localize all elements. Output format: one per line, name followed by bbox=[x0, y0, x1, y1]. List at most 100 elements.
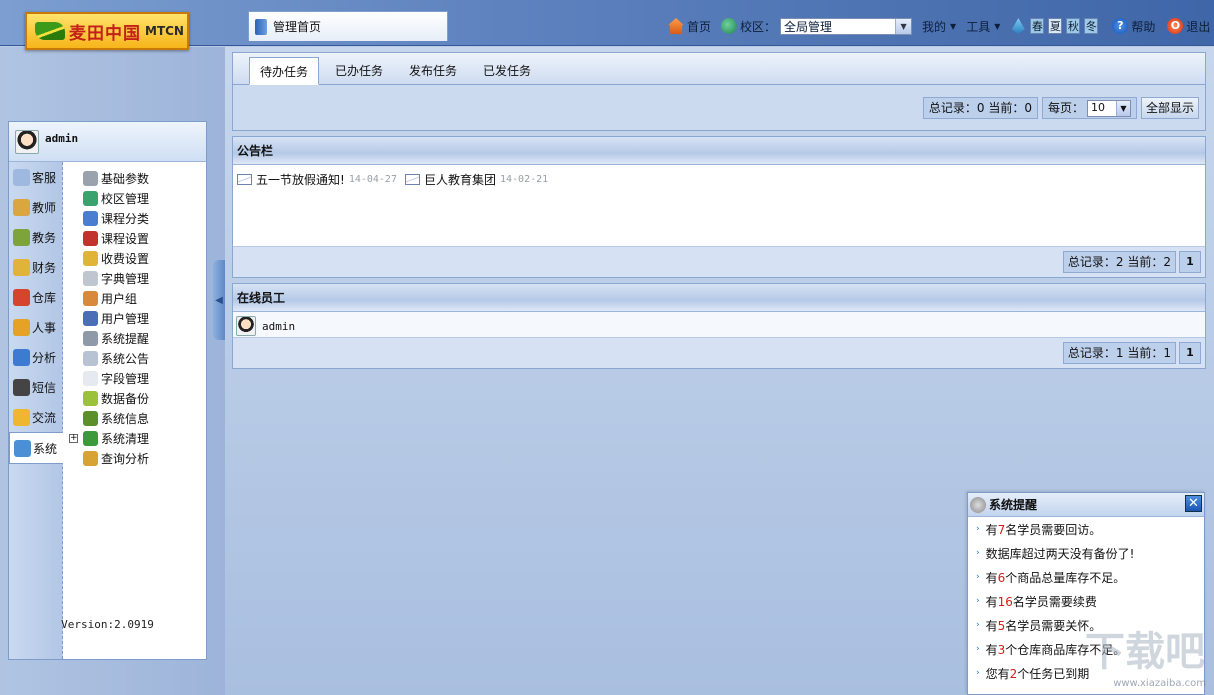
customer-service-icon bbox=[13, 168, 30, 186]
sidebar-category-label: 系统 bbox=[33, 441, 58, 456]
reminder-item[interactable]: › 有16名学员需要续费 bbox=[968, 589, 1204, 613]
bullet-arrow-icon: › bbox=[976, 524, 980, 534]
sidebar-category-2[interactable]: 教务 bbox=[9, 222, 62, 252]
sidebar-category-5[interactable]: 人事 bbox=[9, 312, 62, 342]
notice-page-1[interactable]: 1 bbox=[1179, 251, 1201, 273]
tab-admin-home[interactable]: 管理首页 bbox=[248, 11, 448, 41]
notice-title: 公告栏 bbox=[233, 137, 1205, 165]
campus-select-value: 全局管理 bbox=[784, 19, 833, 34]
power-icon: O bbox=[1167, 18, 1184, 34]
submenu-item-12[interactable]: 系统信息 bbox=[75, 408, 203, 428]
expand-plus-icon[interactable]: + bbox=[69, 433, 78, 443]
submenu-item-14[interactable]: 查询分析 bbox=[75, 448, 203, 468]
nav-logout[interactable]: O 退出 bbox=[1167, 18, 1210, 35]
task-tab-1[interactable]: 已办任务 bbox=[325, 58, 393, 84]
submenu-item-label: 收费设置 bbox=[101, 251, 150, 266]
dropdown-arrow-icon: ▼ bbox=[950, 21, 957, 31]
online-page-1[interactable]: 1 bbox=[1179, 342, 1201, 364]
notice-title-link[interactable]: 巨人教育集团 bbox=[424, 171, 496, 188]
sidebar-category-6[interactable]: 分析 bbox=[9, 342, 62, 372]
submenu-item-2[interactable]: 课程分类 bbox=[75, 208, 203, 228]
mail-icon bbox=[404, 174, 420, 185]
sidebar-collapse-handle[interactable]: ◀ bbox=[213, 260, 225, 340]
skin-summer-button[interactable]: 夏 bbox=[1048, 18, 1063, 34]
globe-icon bbox=[83, 190, 98, 206]
submenu-item-8[interactable]: 系统提醒 bbox=[75, 328, 203, 348]
sidebar-category-0[interactable]: 客服 bbox=[9, 162, 62, 192]
notice-panel: 公告栏 五一节放假通知! 14-04-27 巨人教育集团 14-02-21 总记录：2… bbox=[232, 136, 1206, 278]
water-drop-icon[interactable] bbox=[1011, 18, 1025, 34]
nav-tools-menu[interactable]: 工具 ▼ bbox=[966, 18, 1000, 35]
nav-logout-label: 退出 bbox=[1186, 19, 1211, 34]
notice-title-link[interactable]: 五一节放假通知! bbox=[256, 171, 345, 188]
reminder-text: 有7名学员需要回访。 bbox=[986, 521, 1102, 538]
reminder-text-pre: 有 bbox=[985, 642, 998, 657]
submenu-item-label: 课程设置 bbox=[101, 231, 150, 246]
nav-home[interactable]: 首页 bbox=[668, 18, 711, 35]
reminder-item[interactable]: › 有7名学员需要回访。 bbox=[968, 517, 1204, 541]
submenu-item-1[interactable]: 校区管理 bbox=[75, 188, 203, 208]
campus-select[interactable]: 全局管理 ▼ bbox=[780, 17, 913, 35]
sidebar-category-4[interactable]: 仓库 bbox=[9, 282, 62, 312]
nav-mine-menu[interactable]: 我的 ▼ bbox=[922, 18, 956, 35]
task-tab-3[interactable]: 已发任务 bbox=[473, 58, 541, 84]
bullet-arrow-icon: › bbox=[976, 596, 980, 606]
watermark-site: www.xiazaiba.com bbox=[1113, 678, 1206, 689]
close-button[interactable]: ✕ bbox=[1185, 495, 1202, 512]
per-page-select[interactable]: 10 ▼ bbox=[1086, 99, 1131, 117]
show-all-button[interactable]: 全部显示 bbox=[1140, 97, 1199, 119]
sidebar-category-1[interactable]: 教师 bbox=[9, 192, 62, 222]
submenu-item-11[interactable]: 数据备份 bbox=[75, 388, 203, 408]
backup-icon bbox=[83, 390, 98, 406]
reminder-header: 系统提醒 ✕ bbox=[968, 493, 1204, 517]
submenu-item-7[interactable]: 用户管理 bbox=[75, 308, 203, 328]
submenu-item-5[interactable]: 字典管理 bbox=[75, 268, 203, 288]
current-username: admin bbox=[45, 132, 79, 145]
skin-spring-button[interactable]: 春 bbox=[1030, 18, 1045, 34]
speaker-icon bbox=[83, 330, 98, 346]
reminder-text-pre: 有 bbox=[985, 594, 998, 609]
sidebar-category-9[interactable]: 系统 bbox=[9, 432, 63, 464]
task-tab-2[interactable]: 发布任务 bbox=[399, 58, 467, 84]
submenu-item-4[interactable]: 收费设置 bbox=[75, 248, 203, 268]
sidebar-category-label: 仓库 bbox=[32, 290, 57, 305]
dropdown-arrow-icon: ▼ bbox=[994, 21, 1001, 31]
sidebar-category-8[interactable]: 交流 bbox=[9, 402, 62, 432]
sidebar-category-3[interactable]: 财务 bbox=[9, 252, 62, 282]
campus-label-text: 校区： bbox=[740, 19, 777, 34]
sidebar-category-7[interactable]: 短信 bbox=[9, 372, 62, 402]
skin-autumn-button[interactable]: 秋 bbox=[1066, 18, 1081, 34]
notice-summary: 总记录：2 当前：2 bbox=[1062, 251, 1176, 273]
teacher-icon bbox=[13, 198, 30, 216]
submenu-item-9[interactable]: 系统公告 bbox=[75, 348, 203, 368]
help-icon: ? bbox=[1112, 18, 1129, 34]
chevron-left-icon: ◀ bbox=[215, 294, 223, 306]
skin-winter-button[interactable]: 冬 bbox=[1084, 18, 1099, 34]
submenu-item-label: 字典管理 bbox=[101, 271, 150, 286]
reminder-item[interactable]: › 数据库超过两天没有备份了! bbox=[968, 541, 1204, 565]
task-tab-row: 待办任务 已办任务 发布任务 已发任务 bbox=[233, 53, 1205, 85]
online-username[interactable]: admin bbox=[262, 320, 295, 333]
per-page-label: 每页： bbox=[1047, 101, 1084, 115]
submenu-item-13[interactable]: + 系统清理 bbox=[69, 428, 203, 448]
nav-help[interactable]: ? 帮助 bbox=[1112, 18, 1155, 35]
online-summary: 总记录：1 当前：1 bbox=[1062, 342, 1176, 364]
submenu-item-label: 系统清理 bbox=[101, 431, 150, 446]
submenu-item-0[interactable]: 基础参数 bbox=[75, 168, 203, 188]
online-staff-title: 在线员工 bbox=[233, 284, 1205, 312]
sidebar-category-label: 财务 bbox=[32, 260, 57, 275]
user-bar: admin bbox=[9, 122, 206, 162]
nav-mine-label: 我的 bbox=[922, 19, 947, 34]
submenu-item-label: 用户组 bbox=[101, 291, 138, 306]
reminder-text: 数据库超过两天没有备份了! bbox=[986, 545, 1135, 562]
reminder-text: 您有2个任务已到期 bbox=[986, 665, 1090, 682]
bullet-arrow-icon: › bbox=[976, 548, 980, 558]
home-icon bbox=[668, 18, 684, 34]
submenu-item-3[interactable]: 课程设置 bbox=[75, 228, 203, 248]
submenu-item-6[interactable]: 用户组 bbox=[75, 288, 203, 308]
submenu-item-10[interactable]: 字段管理 bbox=[75, 368, 203, 388]
task-summary: 总记录：0 当前：0 bbox=[922, 97, 1038, 119]
online-staff-panel: 在线员工 admin 总记录：1 当前：1 1 bbox=[232, 283, 1206, 369]
reminder-item[interactable]: › 有6个商品总量库存不足。 bbox=[968, 565, 1204, 589]
task-tab-0[interactable]: 待办任务 bbox=[249, 57, 320, 85]
